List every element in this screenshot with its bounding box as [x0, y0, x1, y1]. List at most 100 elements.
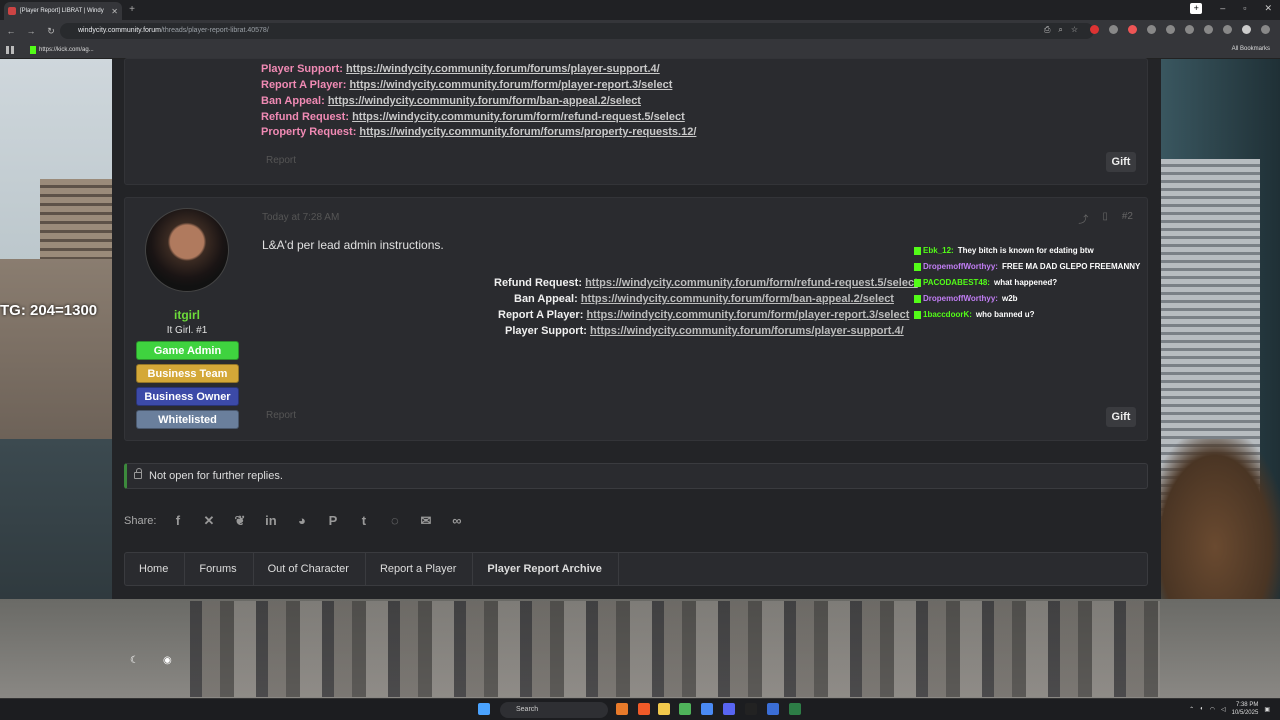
menu-icon[interactable]	[1261, 25, 1270, 34]
link[interactable]: https://windycity.community.forum/forums…	[359, 126, 696, 138]
back-icon[interactable]: ←	[2, 26, 20, 36]
system-tray: ⌃ ◐ ◠ ◁ 7:38 PM 10/5/2025 ▣	[1189, 701, 1270, 717]
close-tab-icon[interactable]: ✕	[111, 7, 118, 16]
bookmark-star-icon[interactable]: ☆	[1071, 25, 1078, 35]
facebook-icon[interactable]: f	[170, 513, 185, 528]
brave-icon[interactable]	[638, 703, 650, 715]
style-toggle-icon[interactable]: ◉	[163, 655, 172, 666]
extension-icon[interactable]	[1109, 25, 1118, 34]
app-icon[interactable]	[767, 703, 779, 715]
banner-business-team: Business Team	[136, 364, 239, 383]
extension-icon[interactable]	[1090, 25, 1099, 34]
linkedin-icon[interactable]: in	[263, 513, 278, 528]
breadcrumb-item[interactable]: Out of Character	[254, 552, 366, 586]
chat-message: Ebk_12: They bitch is known for edating b…	[914, 245, 1154, 261]
forward-icon[interactable]: →	[22, 26, 40, 36]
breadcrumb-item[interactable]: Report a Player	[366, 552, 474, 586]
tumblr-icon[interactable]: t	[356, 513, 371, 528]
post-timestamp[interactable]: Today at 7:28 AM	[262, 212, 339, 223]
report-link[interactable]: Report	[266, 155, 296, 166]
chevron-up-icon[interactable]: ⌃	[1189, 706, 1194, 713]
bookmark-icon[interactable]: ▯	[1102, 211, 1108, 226]
avatar[interactable]	[145, 208, 229, 292]
breadcrumb-item-current[interactable]: Player Report Archive	[473, 552, 619, 586]
wifi-icon[interactable]: ◠	[1210, 706, 1215, 713]
breadcrumb-item[interactable]: Home	[125, 552, 186, 586]
link-icon[interactable]: ∞	[449, 513, 464, 528]
bookmark-kick[interactable]: https://kick.com/ag...	[30, 46, 94, 54]
kick-icon	[914, 246, 921, 255]
clock-date: 10/5/2025	[1231, 710, 1259, 716]
zoom-icon[interactable]: ⌕	[1058, 25, 1062, 35]
app-icon[interactable]	[616, 703, 628, 715]
close-window-button[interactable]: ✕	[1264, 3, 1272, 14]
extension-icon[interactable]	[1147, 25, 1156, 34]
profile-avatar[interactable]	[1242, 25, 1251, 34]
pinterest-icon[interactable]: P	[325, 513, 340, 528]
link[interactable]: https://windycity.community.forum/form/r…	[585, 277, 918, 289]
link-line: Player Support: https://windycity.commun…	[261, 63, 660, 75]
volume-icon[interactable]: ◁	[1221, 706, 1226, 713]
apps-grid-icon[interactable]	[6, 46, 14, 54]
username[interactable]: itgirl	[125, 308, 249, 322]
link[interactable]: https://windycity.community.forum/forums…	[346, 63, 660, 75]
user-title: It Girl. #1	[166, 325, 208, 336]
link[interactable]: https://windycity.community.forum/form/p…	[586, 309, 909, 321]
link[interactable]: https://windycity.community.forum/form/r…	[352, 111, 685, 123]
report-link[interactable]: Report	[266, 410, 296, 421]
kick-icon	[914, 310, 921, 319]
share-label: Share:	[124, 514, 157, 527]
kick-icon	[914, 294, 921, 303]
install-icon[interactable]: ⎙	[1044, 25, 1050, 35]
extension-plus-icon[interactable]: +	[1190, 3, 1203, 14]
maximize-button[interactable]: ▫	[1243, 3, 1246, 14]
obs-icon[interactable]	[745, 703, 757, 715]
url-path: /threads/player-report-librat.40578/	[160, 27, 269, 34]
browser-tab[interactable]: [Player Report] LIBRAT | Windy ✕	[4, 2, 122, 20]
extensions-puzzle-icon[interactable]	[1185, 25, 1194, 34]
folder-icon[interactable]	[658, 703, 670, 715]
mic-icon[interactable]: ◐	[1200, 706, 1204, 712]
reload-icon[interactable]: ↻	[42, 26, 60, 37]
clock[interactable]: 7:38 PM 10/5/2025	[1232, 701, 1259, 717]
link-line: Ban Appeal: https://windycity.community.…	[261, 95, 641, 107]
media-icon[interactable]	[1204, 25, 1213, 34]
share-icon[interactable]: ⤴	[1078, 211, 1088, 226]
post-number[interactable]: #2	[1122, 211, 1133, 226]
whatsapp-icon[interactable]: ◌	[387, 513, 402, 528]
email-icon[interactable]: ✉	[418, 513, 433, 528]
banner-business-owner: Business Owner	[136, 387, 239, 406]
footer-toggles: ☾ ◉	[130, 655, 172, 666]
dark-mode-moon-icon[interactable]: ☾	[130, 655, 139, 666]
link[interactable]: https://windycity.community.forum/form/b…	[328, 95, 641, 107]
address-bar[interactable]: windycity.community.forum/threads/player…	[60, 23, 1094, 39]
crowd	[190, 601, 1160, 697]
notification-icon[interactable]: ▣	[1264, 706, 1270, 713]
breadcrumb: Home Forums Out of Character Report a Pl…	[124, 552, 1148, 586]
minimize-button[interactable]: –	[1220, 3, 1225, 14]
chat-message: DropemoffWorthyy: w2b	[914, 293, 1154, 309]
start-icon[interactable]	[478, 703, 490, 715]
link[interactable]: https://windycity.community.forum/form/p…	[349, 79, 672, 91]
chrome-icon[interactable]	[701, 703, 713, 715]
browser-toolbar: ← → ↻ windycity.community.forum/threads/…	[0, 20, 1280, 42]
link[interactable]: https://windycity.community.forum/form/b…	[581, 293, 894, 305]
gift-button[interactable]: Gift	[1106, 407, 1136, 427]
link-line: Refund Request: https://windycity.commun…	[494, 277, 918, 289]
reddit-icon[interactable]: ◕	[294, 513, 309, 528]
extension-icon[interactable]	[1166, 25, 1175, 34]
store-icon[interactable]	[679, 703, 691, 715]
bluesky-icon[interactable]: ❦	[232, 513, 247, 528]
trees	[1150, 439, 1280, 619]
breadcrumb-item[interactable]: Forums	[185, 552, 254, 586]
x-icon[interactable]: ✕	[201, 513, 216, 528]
sidebar-icon[interactable]	[1223, 25, 1232, 34]
new-tab-button[interactable]: +	[126, 4, 138, 16]
xbox-icon[interactable]	[789, 703, 801, 715]
link[interactable]: https://windycity.community.forum/forums…	[590, 325, 904, 337]
extension-icon[interactable]	[1128, 25, 1137, 34]
taskbar-search[interactable]: Search	[500, 702, 608, 718]
all-bookmarks[interactable]: All Bookmarks	[1232, 46, 1270, 52]
gift-button[interactable]: Gift	[1106, 152, 1136, 172]
discord-icon[interactable]	[723, 703, 735, 715]
